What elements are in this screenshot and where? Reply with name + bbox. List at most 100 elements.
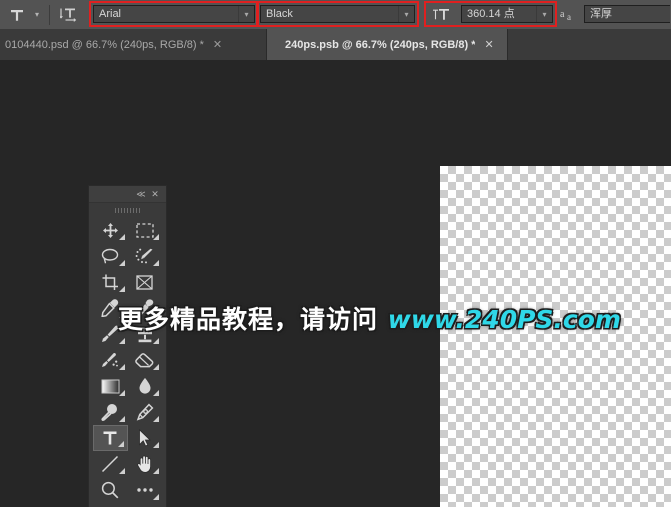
- more-tools-triangle-icon: [118, 260, 125, 266]
- tool-preset-caret-icon[interactable]: ▾: [30, 1, 44, 28]
- font-size-select[interactable]: 360.14 点 ▾: [461, 5, 553, 23]
- more-tools-triangle-icon: [153, 442, 159, 448]
- document-canvas-transparency[interactable]: [440, 166, 671, 507]
- hand-icon: [136, 455, 151, 473]
- spot-healing-icon: [137, 299, 154, 317]
- more-tools-triangle-icon: [153, 494, 159, 500]
- anti-alias-icon: a a: [558, 5, 582, 23]
- chevron-down-icon[interactable]: ▾: [398, 6, 414, 22]
- crop-tool[interactable]: [93, 269, 128, 295]
- spot-healing-brush-tool[interactable]: [128, 295, 163, 321]
- move-tool[interactable]: [93, 217, 128, 243]
- more-tools-triangle-icon: [153, 338, 159, 344]
- zoom-tool[interactable]: [93, 477, 128, 503]
- blur-drop-icon: [139, 378, 151, 394]
- text-orientation-icon[interactable]: [55, 1, 83, 28]
- font-style-select[interactable]: Black ▾: [260, 5, 415, 23]
- zoom-magnifier-icon: [102, 481, 119, 499]
- divider: [49, 4, 50, 25]
- font-size-value: 360.14 点: [467, 8, 515, 20]
- more-tools-triangle-icon: [153, 234, 159, 240]
- svg-text:a: a: [560, 9, 565, 20]
- document-tab-bar: 0104440.psd @ 66.7% (240ps, RGB/8) * ✕ 2…: [0, 29, 671, 61]
- brush-icon: [102, 325, 119, 342]
- quick-selection-tool[interactable]: [128, 243, 163, 269]
- dodge-icon: [101, 404, 118, 421]
- clone-stamp-icon: [137, 326, 152, 342]
- font-family-value: Arial: [99, 8, 122, 20]
- tab-label: 240ps.psb @ 66.7% (240ps, RGB/8) *: [285, 38, 476, 51]
- document-tab-0104440[interactable]: 0104440.psd @ 66.7% (240ps, RGB/8) * ✕: [0, 29, 267, 60]
- pen-icon: [136, 403, 154, 421]
- drag-grip[interactable]: [89, 203, 166, 215]
- chevron-down-icon[interactable]: ▾: [238, 6, 254, 22]
- close-icon[interactable]: ✕: [148, 187, 162, 201]
- blur-tool[interactable]: [128, 373, 163, 399]
- more-tools-triangle-icon: [153, 390, 159, 396]
- lasso-tool[interactable]: [93, 243, 128, 269]
- crop-icon: [102, 274, 118, 290]
- anti-alias-select[interactable]: 浑厚: [584, 5, 670, 23]
- more-tools-triangle-icon: [117, 441, 124, 447]
- font-style-value: Black: [266, 8, 293, 20]
- more-tools-triangle-icon: [153, 364, 159, 370]
- move-icon: [102, 222, 118, 238]
- canvas-stage: ≪ ✕ 更多精品教程，请访问 www.240PS.com: [0, 60, 671, 507]
- photoshop-window: ▾ Arial ▾ Black ▾ 360.14 点 ▾ a a 浑厚 0104…: [0, 0, 671, 507]
- collapse-icon[interactable]: ≪: [134, 187, 148, 201]
- gradient-icon: [101, 379, 120, 393]
- chevron-down-icon[interactable]: ▾: [536, 6, 552, 22]
- tool-grid: [89, 215, 166, 503]
- eyedropper-icon: [101, 299, 119, 317]
- type-tool[interactable]: [93, 425, 128, 451]
- close-icon[interactable]: ✕: [213, 38, 222, 51]
- eraser-tool[interactable]: [128, 347, 163, 373]
- type-tool-icon[interactable]: [4, 1, 30, 28]
- history-brush-tool[interactable]: [93, 347, 128, 373]
- more-tools-triangle-icon: [118, 312, 125, 318]
- edit-toolbar-tool[interactable]: [128, 477, 163, 503]
- more-tools-triangle-icon: [153, 312, 159, 318]
- type-icon: [103, 431, 117, 445]
- document-tab-240ps[interactable]: 240ps.psb @ 66.7% (240ps, RGB/8) * ✕: [267, 29, 508, 60]
- lasso-icon: [102, 248, 119, 263]
- options-bar: ▾ Arial ▾ Black ▾ 360.14 点 ▾ a a 浑厚: [0, 0, 671, 30]
- gradient-tool[interactable]: [93, 373, 128, 399]
- rectangular-marquee-tool[interactable]: [128, 217, 163, 243]
- clone-stamp-tool[interactable]: [128, 321, 163, 347]
- frame-icon: [136, 274, 153, 290]
- font-size-glyph: [433, 8, 449, 20]
- type-tool-glyph: [11, 9, 23, 21]
- tools-panel-header[interactable]: ≪ ✕: [89, 186, 166, 203]
- path-selection-arrow-icon: [139, 429, 152, 447]
- eraser-icon: [135, 352, 154, 367]
- history-brush-icon: [102, 353, 119, 367]
- text-orientation-glyph: [60, 8, 77, 22]
- more-tools-triangle-icon: [118, 468, 125, 474]
- font-size-icon: [430, 5, 452, 23]
- more-tools-triangle-icon: [118, 338, 125, 344]
- brush-tool[interactable]: [93, 321, 128, 347]
- dodge-tool[interactable]: [93, 399, 128, 425]
- more-tools-triangle-icon: [118, 390, 125, 396]
- svg-text:a: a: [567, 12, 571, 22]
- marquee-icon: [136, 222, 154, 238]
- frame-tool[interactable]: [128, 269, 163, 295]
- path-selection-tool[interactable]: [128, 425, 163, 451]
- eyedropper-tool[interactable]: [93, 295, 128, 321]
- pen-tool[interactable]: [128, 399, 163, 425]
- more-tools-triangle-icon: [153, 260, 159, 266]
- quick-selection-icon: [135, 248, 153, 263]
- more-tools-triangle-icon: [118, 234, 125, 240]
- tools-panel: ≪ ✕: [88, 185, 167, 507]
- anti-alias-value: 浑厚: [590, 8, 612, 20]
- close-icon[interactable]: ✕: [484, 38, 493, 51]
- more-tools-triangle-icon: [118, 416, 125, 422]
- anti-alias-glyph: a a: [560, 9, 571, 22]
- more-options-icon: [137, 488, 153, 492]
- line-icon: [102, 455, 119, 473]
- hand-tool[interactable]: [128, 451, 163, 477]
- font-family-select[interactable]: Arial ▾: [93, 5, 255, 23]
- more-tools-triangle-icon: [118, 364, 125, 370]
- line-shape-tool[interactable]: [93, 451, 128, 477]
